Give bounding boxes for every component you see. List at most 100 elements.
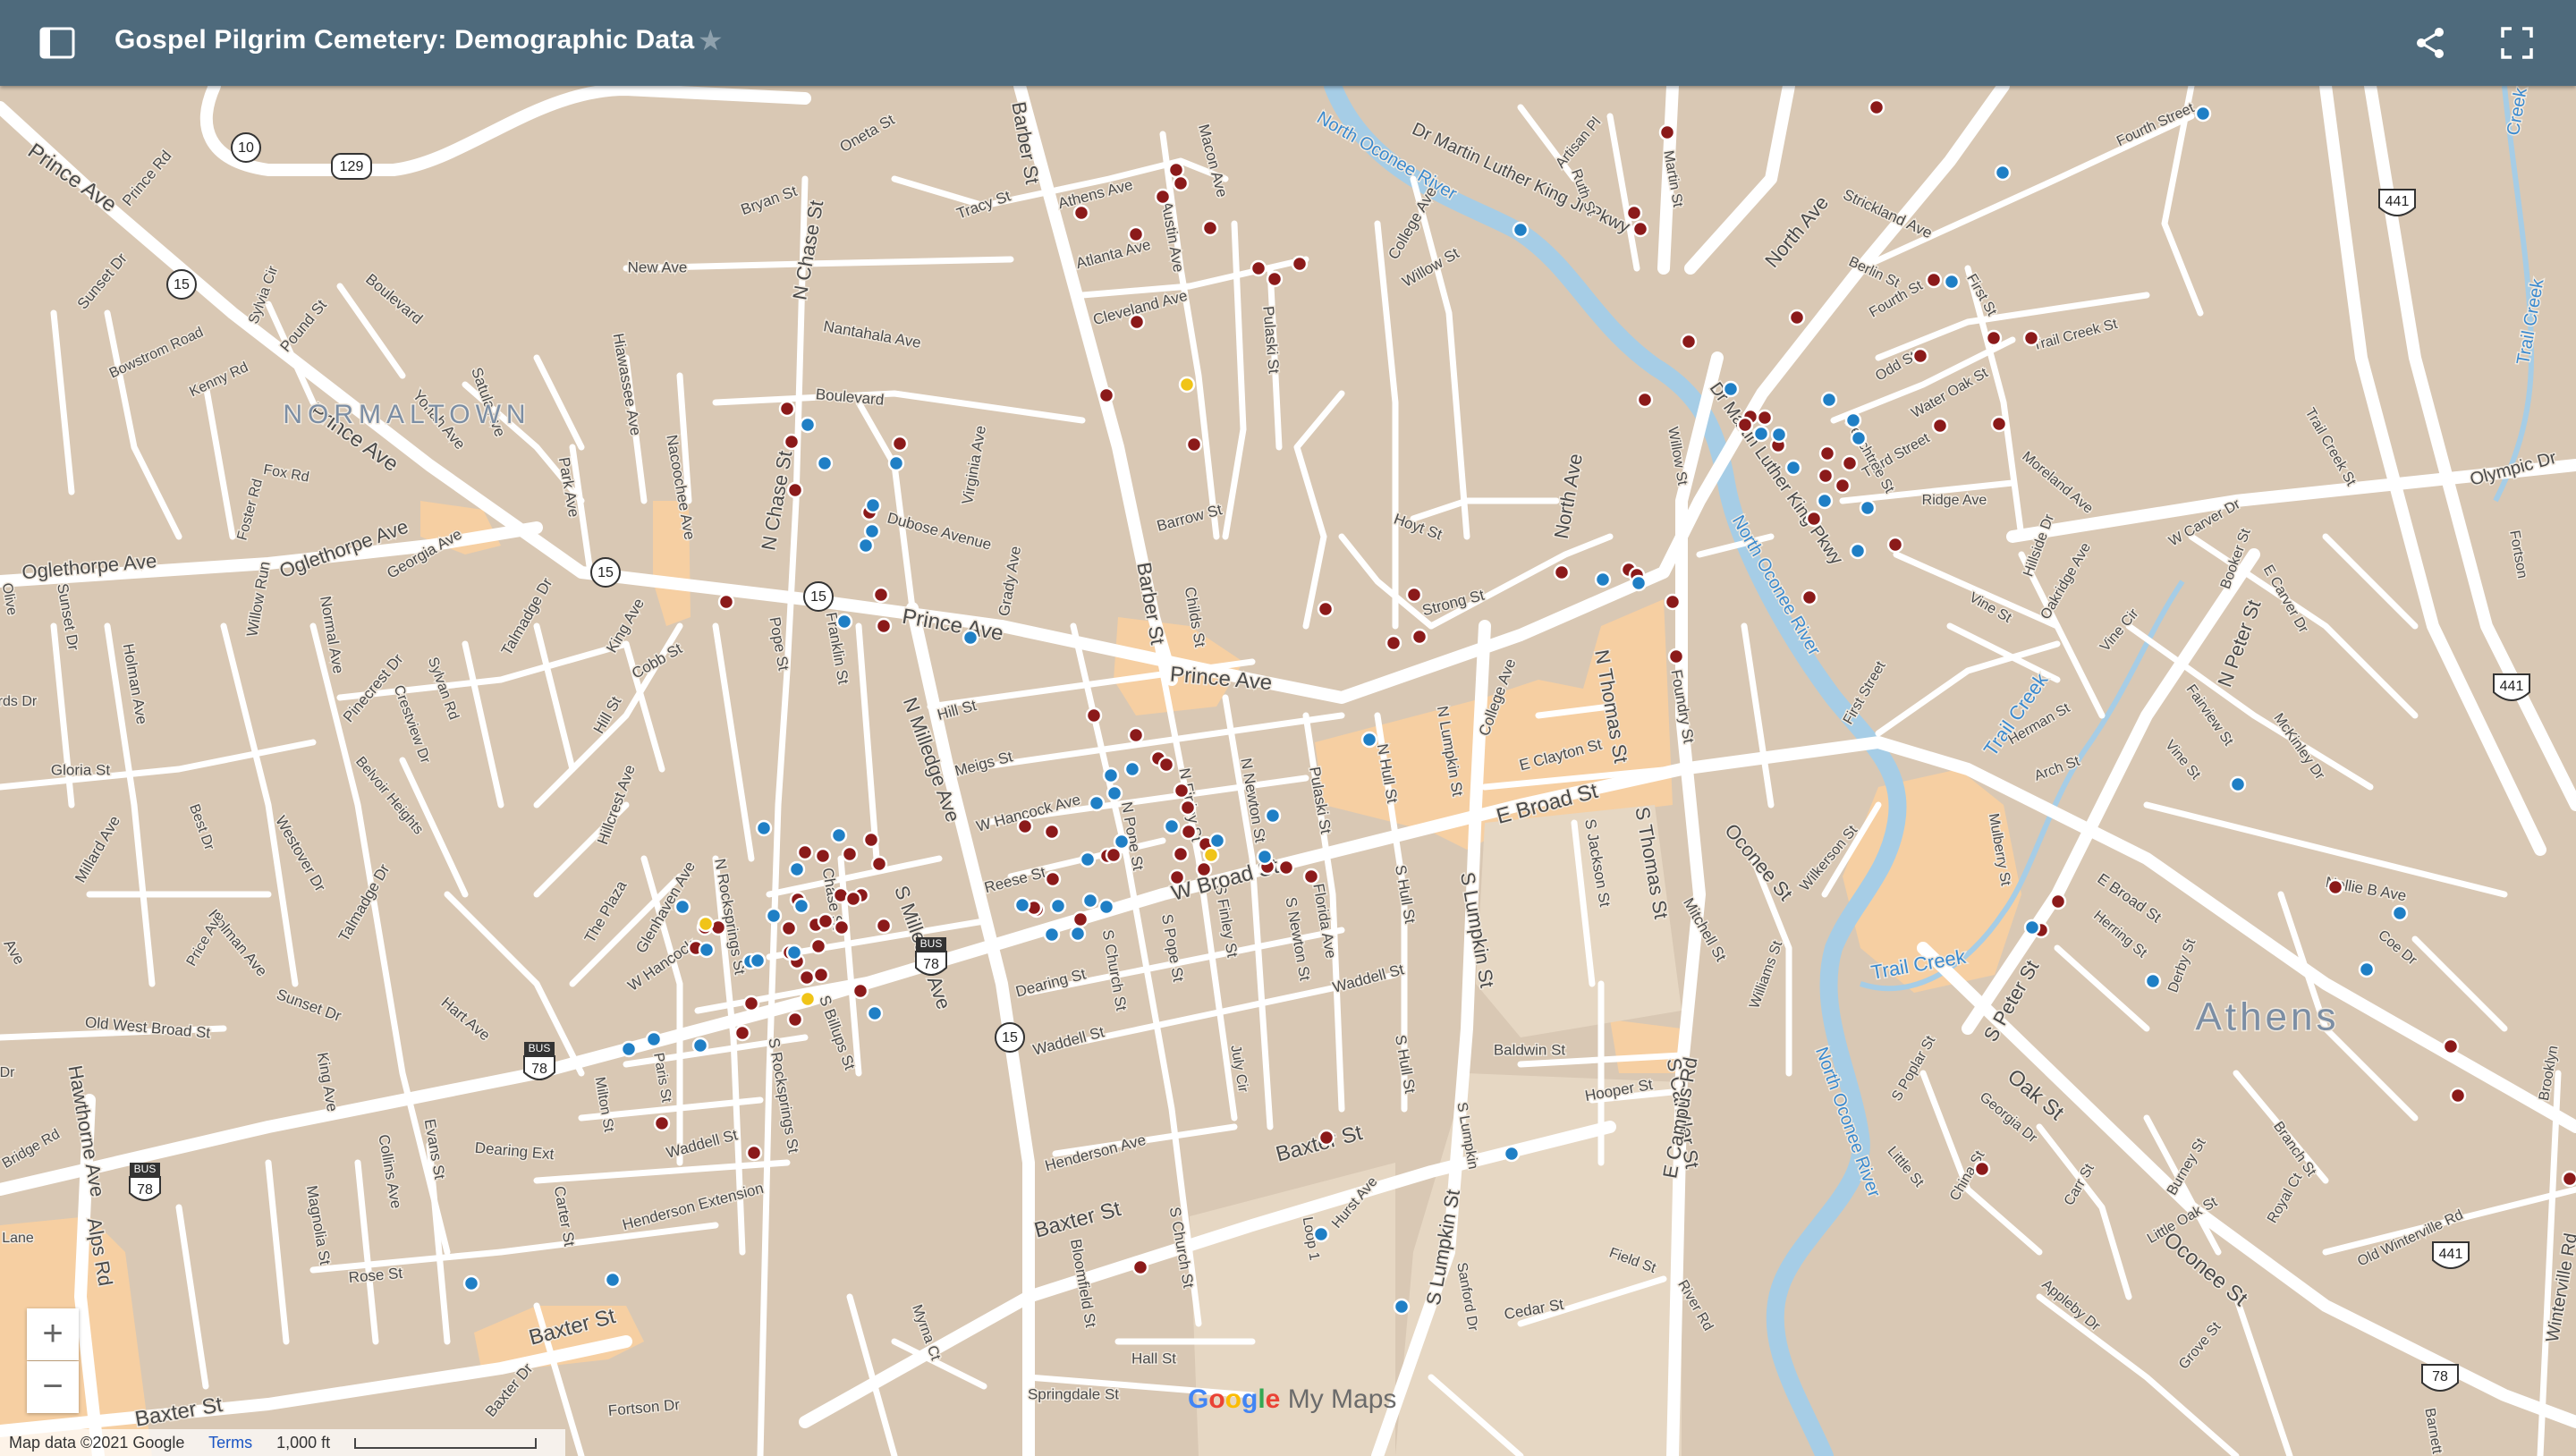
map-marker-blue[interactable]: [962, 629, 979, 647]
map-marker-blue[interactable]: [1079, 851, 1097, 868]
map-marker-red[interactable]: [1317, 600, 1335, 618]
map-marker-blue[interactable]: [620, 1040, 638, 1058]
map-marker-red[interactable]: [1931, 417, 1949, 435]
map-marker-blue[interactable]: [604, 1271, 622, 1289]
map-marker-red[interactable]: [786, 481, 804, 499]
map-marker-blue[interactable]: [1123, 760, 1141, 778]
map-marker-red[interactable]: [1044, 870, 1062, 888]
map-marker-red[interactable]: [844, 890, 862, 908]
map-marker-red[interactable]: [1985, 329, 2003, 347]
map-marker-red[interactable]: [717, 593, 735, 611]
map-marker-red[interactable]: [1266, 270, 1284, 288]
map-marker-blue[interactable]: [864, 496, 882, 514]
map-marker-blue[interactable]: [645, 1030, 663, 1048]
map-marker-red[interactable]: [1631, 220, 1649, 238]
map-marker-red[interactable]: [778, 400, 796, 418]
map-marker-blue[interactable]: [1994, 164, 2012, 182]
map-marker-blue[interactable]: [2391, 904, 2409, 922]
map-marker-red[interactable]: [2449, 1087, 2467, 1105]
map-marker-red[interactable]: [1736, 416, 1754, 434]
map-marker-yellow[interactable]: [697, 915, 715, 933]
zoom-out-button[interactable]: −: [27, 1361, 79, 1413]
map-marker-blue[interactable]: [462, 1274, 480, 1292]
map-marker-blue[interactable]: [1770, 426, 1788, 444]
map-marker-red[interactable]: [1277, 859, 1295, 876]
map-marker-red[interactable]: [1818, 444, 1836, 462]
map-marker-red[interactable]: [833, 918, 851, 936]
map-marker-blue[interactable]: [863, 522, 881, 540]
map-marker-red[interactable]: [1868, 98, 1885, 116]
map-marker-red[interactable]: [1131, 1258, 1149, 1276]
map-marker-red[interactable]: [1680, 333, 1698, 351]
map-marker-red[interactable]: [2049, 893, 2067, 910]
map-marker-blue[interactable]: [866, 1004, 884, 1022]
map-marker-red[interactable]: [891, 435, 909, 453]
map-marker-blue[interactable]: [1043, 926, 1061, 944]
map-marker-red[interactable]: [1179, 799, 1197, 817]
map-marker-blue[interactable]: [1849, 542, 1867, 560]
map-marker-red[interactable]: [1250, 259, 1267, 277]
map-marker-blue[interactable]: [1784, 459, 1802, 477]
map-marker-red[interactable]: [1911, 347, 1929, 365]
map-marker-red[interactable]: [814, 847, 832, 865]
map-marker-red[interactable]: [653, 1114, 671, 1132]
map-marker-blue[interactable]: [1208, 832, 1226, 850]
map-marker-red[interactable]: [1105, 846, 1123, 864]
map-marker-blue[interactable]: [1081, 892, 1099, 910]
map-marker-blue[interactable]: [1816, 492, 1834, 510]
map-marker-red[interactable]: [1172, 174, 1190, 192]
map-marker-red[interactable]: [1072, 204, 1090, 222]
map-marker-blue[interactable]: [2194, 105, 2212, 123]
toggle-sidebar-icon[interactable]: [36, 21, 79, 64]
map-marker-blue[interactable]: [1163, 817, 1181, 835]
map-marker-red[interactable]: [780, 919, 798, 937]
map-marker-blue[interactable]: [1722, 380, 1740, 398]
map-marker-red[interactable]: [1173, 782, 1191, 800]
map-marker-red[interactable]: [875, 917, 893, 935]
map-marker-blue[interactable]: [887, 454, 905, 472]
map-marker-blue[interactable]: [1102, 766, 1120, 784]
map-marker-blue[interactable]: [1360, 731, 1378, 749]
map-marker-blue[interactable]: [816, 454, 834, 472]
map-marker-yellow[interactable]: [1178, 376, 1196, 394]
map-marker-blue[interactable]: [788, 860, 806, 878]
map-marker-red[interactable]: [1990, 415, 2008, 433]
map-marker-red[interactable]: [1157, 756, 1175, 774]
map-marker-red[interactable]: [798, 969, 816, 986]
map-marker-yellow[interactable]: [1202, 846, 1220, 864]
map-marker-red[interactable]: [1201, 219, 1219, 237]
map-marker-blue[interactable]: [755, 819, 773, 837]
map-marker-blue[interactable]: [1393, 1298, 1411, 1316]
map-marker-red[interactable]: [1185, 436, 1203, 453]
map-marker-red[interactable]: [1834, 477, 1852, 495]
map-marker-blue[interactable]: [1049, 897, 1067, 915]
map-marker-red[interactable]: [809, 937, 827, 955]
map-marker-yellow[interactable]: [799, 990, 817, 1008]
map-marker-red[interactable]: [1318, 1129, 1335, 1147]
map-marker-blue[interactable]: [1013, 896, 1031, 914]
map-marker-red[interactable]: [2022, 329, 2040, 347]
map-marker-blue[interactable]: [1943, 273, 1961, 291]
map-marker-red[interactable]: [872, 586, 890, 604]
map-marker-red[interactable]: [1167, 161, 1185, 179]
map-marker-blue[interactable]: [1312, 1225, 1330, 1243]
map-marker-blue[interactable]: [792, 897, 810, 915]
map-marker-red[interactable]: [1553, 563, 1571, 581]
map-marker-red[interactable]: [742, 995, 760, 1012]
map-marker-red[interactable]: [1756, 409, 1774, 427]
map-marker-blue[interactable]: [1256, 848, 1274, 866]
map-marker-red[interactable]: [745, 1144, 763, 1162]
map-marker-red[interactable]: [1841, 454, 1859, 472]
map-marker-red[interactable]: [796, 843, 814, 861]
map-marker-blue[interactable]: [2358, 961, 2376, 978]
map-marker-red[interactable]: [1385, 634, 1402, 652]
map-marker-blue[interactable]: [2229, 775, 2247, 793]
zoom-in-button[interactable]: +: [27, 1308, 79, 1360]
map-marker-red[interactable]: [1180, 823, 1198, 841]
star-icon[interactable]: ★: [698, 23, 724, 57]
map-marker-blue[interactable]: [1097, 898, 1115, 916]
map-marker-blue[interactable]: [1844, 411, 1862, 429]
map-marker-red[interactable]: [1925, 271, 1943, 289]
map-marker-red[interactable]: [841, 845, 859, 863]
map-marker-blue[interactable]: [799, 416, 817, 434]
